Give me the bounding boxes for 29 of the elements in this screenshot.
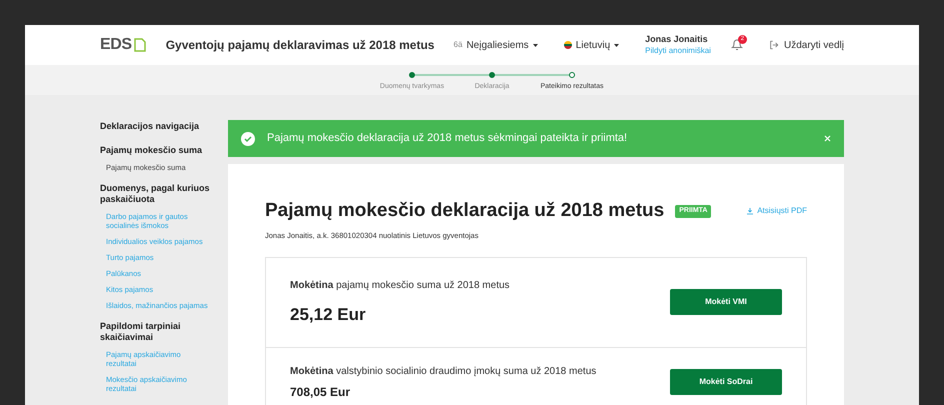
document-icon: [134, 38, 146, 52]
flag-icon: [564, 41, 572, 49]
sidebar-section-title: Papildomi tarpiniai skaičiavimai: [100, 320, 182, 342]
sidebar-section-title: Duomenys, pagal kuriuos paskaičiuota: [100, 182, 211, 204]
user-name: Jonas Jonaitis: [645, 34, 709, 45]
download-pdf-link[interactable]: Atsisiųsti PDF: [746, 205, 807, 218]
check-icon: [241, 132, 255, 146]
payment-description: Mokėtina valstybinio socialinio draudimo įmokų suma už 2018 metus: [290, 364, 596, 379]
logo-text: EDS: [100, 35, 132, 55]
anonymous-link[interactable]: Pildyti anonimiškai: [645, 45, 711, 56]
sidebar-section-title: Pajamų mokesčio suma: [100, 144, 204, 156]
bell-icon: [730, 39, 743, 51]
exit-icon: [768, 40, 779, 50]
download-icon: [746, 207, 754, 216]
app-title: Gyventojų pajamų deklaravimas už 2018 metus: [166, 37, 434, 54]
payment-amount: 708,05 Eur: [290, 384, 352, 401]
declaration-title: Pajamų mokesčio deklaracija už 2018 metus: [265, 199, 664, 223]
close-button[interactable]: [824, 135, 831, 142]
alert-message: Pajamų mokesčio deklaracija už 2018 metus sėkmingai pateikta ir priimta!: [267, 131, 628, 146]
language-menu[interactable]: Lietuvių: [564, 38, 620, 52]
payment-description: Mokėtina pajamų mokesčio suma už 2018 metus: [290, 278, 510, 292]
sidebar-title: Deklaracijos navigacija: [100, 120, 200, 133]
accessibility-menu[interactable]: 6ä Neįgaliesiems: [454, 38, 538, 52]
pay-button[interactable]: Mokėti VMI: [670, 289, 782, 316]
caret-icon: [532, 44, 538, 46]
close-wizard-button[interactable]: Uždaryti vedlį: [768, 38, 844, 52]
pay-button[interactable]: Mokėti SoDrai: [670, 369, 782, 396]
caret-icon: [614, 44, 620, 46]
payment-amount: 25,12 Eur: [290, 304, 367, 326]
